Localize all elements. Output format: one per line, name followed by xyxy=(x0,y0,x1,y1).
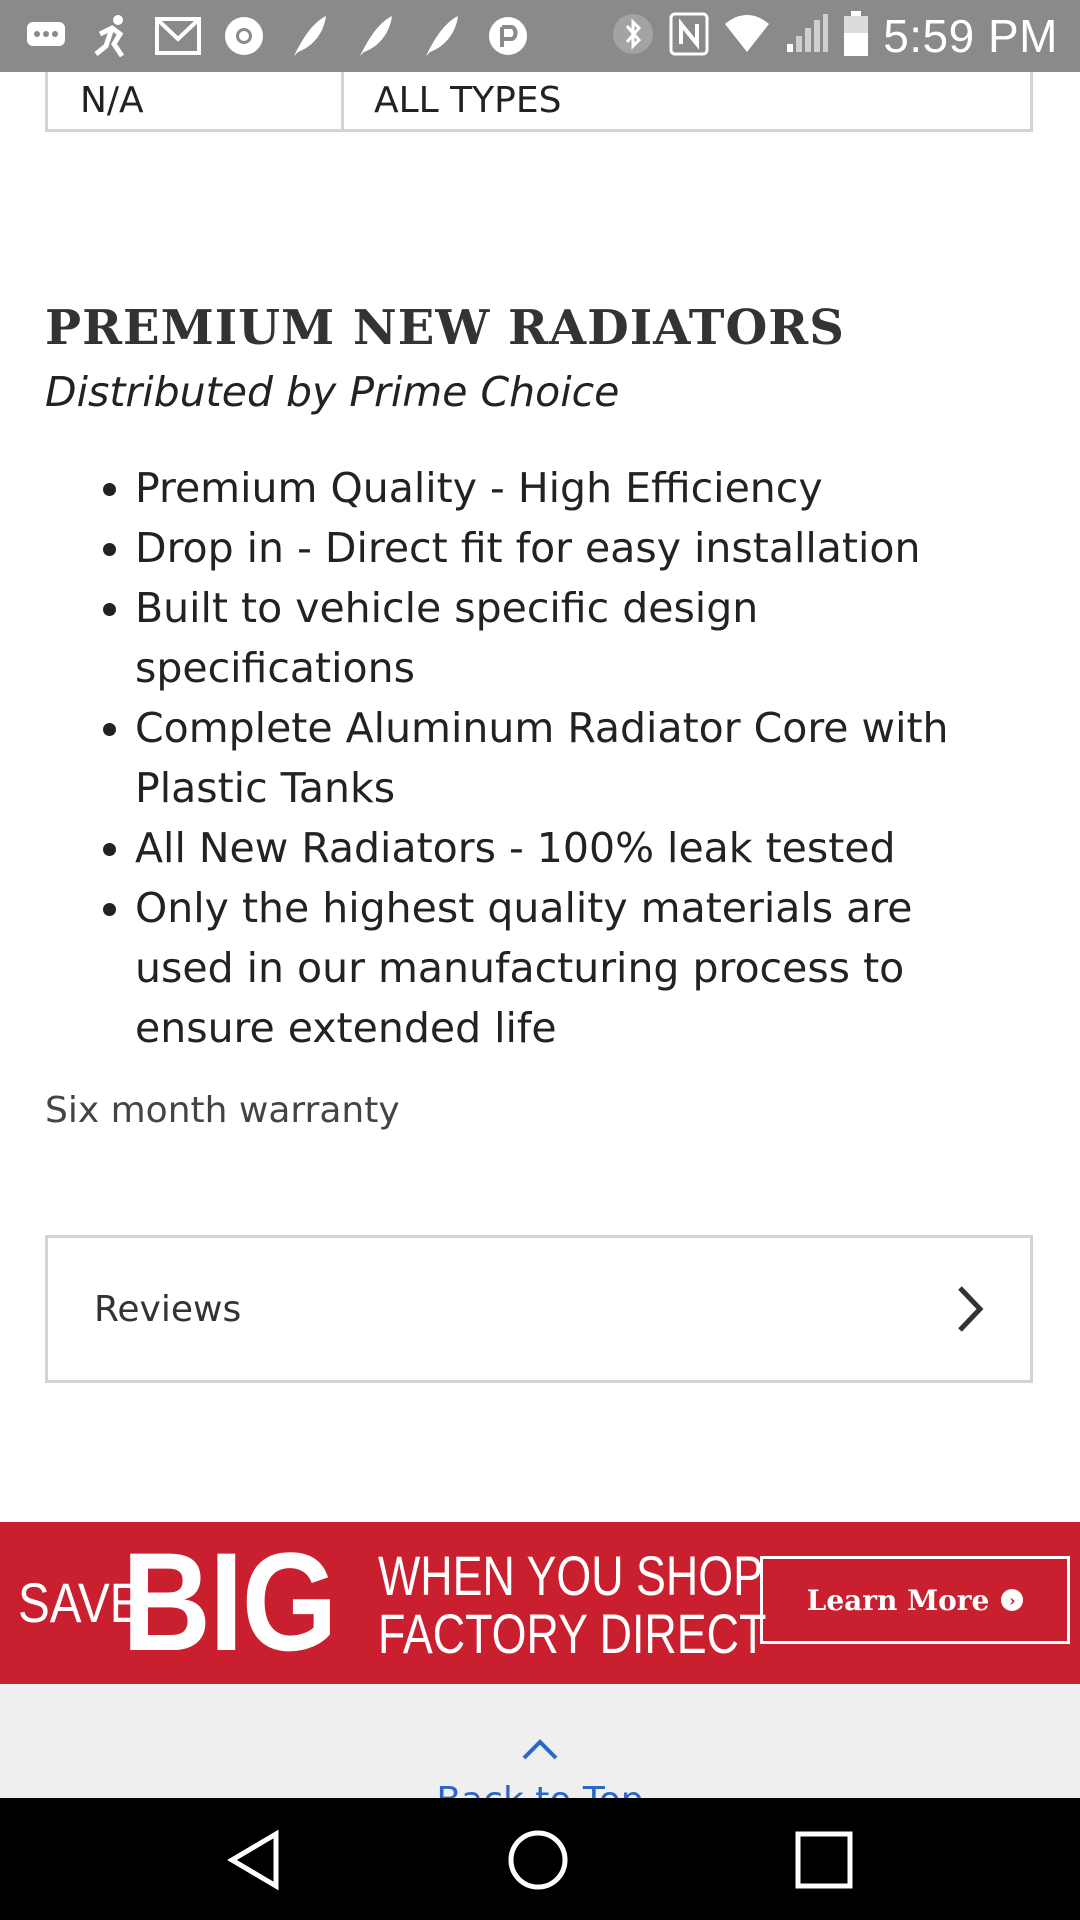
recents-icon[interactable] xyxy=(788,1824,860,1896)
pandora-icon xyxy=(484,12,532,60)
message-icon xyxy=(22,12,70,60)
status-bar: 5:59 PM xyxy=(0,0,1080,72)
back-icon[interactable] xyxy=(218,1824,290,1896)
product-subtitle: Distributed by Prime Choice xyxy=(45,368,620,416)
list-item: All New Radiators - 100% leak tested xyxy=(135,818,1015,878)
feather-icon xyxy=(352,12,400,60)
signal-icon xyxy=(785,14,829,58)
wifi-icon xyxy=(723,14,771,58)
nfc-icon xyxy=(669,12,709,60)
banner-big: BIG xyxy=(122,1523,338,1680)
notification-icons xyxy=(22,10,532,62)
feature-list: Premium Quality - High Efficiency Drop i… xyxy=(45,458,1015,1058)
arrow-circle-icon: › xyxy=(1001,1589,1024,1611)
list-item: Complete Aluminum Radiator Core with Pla… xyxy=(135,698,1015,818)
bluetooth-icon xyxy=(611,12,655,60)
battery-icon xyxy=(843,11,869,61)
banner-line2: FACTORY DIRECT xyxy=(378,1602,767,1665)
feather-icon xyxy=(418,12,466,60)
reviews-button[interactable]: Reviews xyxy=(45,1235,1033,1383)
home-icon[interactable] xyxy=(502,1824,574,1896)
list-item: Built to vehicle specific design specifi… xyxy=(135,578,1015,698)
chevron-right-icon xyxy=(950,1279,990,1339)
banner-line1: WHEN YOU SHOP xyxy=(378,1544,763,1607)
learn-more-button[interactable]: Learn More › xyxy=(760,1556,1070,1644)
footer: Back to Top xyxy=(0,1684,1080,1798)
system-icons: 5:59 PM xyxy=(611,10,1058,62)
back-to-top-link[interactable]: Back to Top xyxy=(0,1780,1080,1798)
feather-icon xyxy=(286,12,334,60)
learn-more-label: Learn More xyxy=(806,1583,990,1617)
list-item: Only the highest quality materials are u… xyxy=(135,878,1015,1058)
reviews-label: Reviews xyxy=(94,1288,242,1330)
promo-banner[interactable]: SAVE BIG WHEN YOU SHOP FACTORY DIRECT Le… xyxy=(0,1522,1080,1684)
clock: 5:59 PM xyxy=(883,10,1058,62)
gmail-icon xyxy=(154,12,202,60)
spec-cell: N/A xyxy=(48,72,344,129)
warranty-text: Six month warranty xyxy=(45,1090,400,1131)
chevron-up-icon[interactable] xyxy=(520,1738,560,1762)
running-icon xyxy=(88,12,136,60)
product-title: PREMIUM NEW RADIATORS xyxy=(45,300,845,356)
list-item: Drop in - Direct fit for easy installati… xyxy=(135,518,1015,578)
list-item: Premium Quality - High Efficiency xyxy=(135,458,1015,518)
spec-cell: ALL TYPES xyxy=(374,80,562,121)
chrome-icon xyxy=(220,12,268,60)
spec-table-row: N/A ALL TYPES xyxy=(45,72,1033,132)
nav-bar xyxy=(0,1798,1080,1920)
